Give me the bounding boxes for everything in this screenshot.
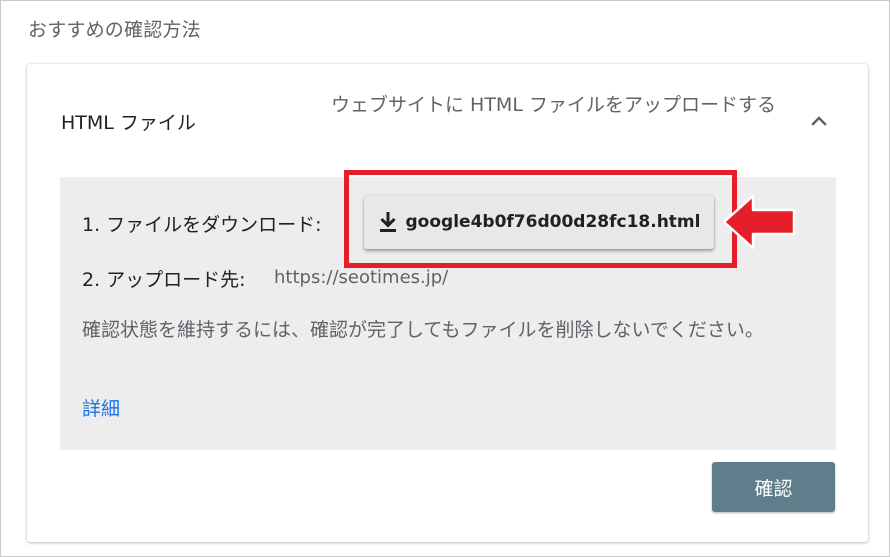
chevron-up-icon[interactable] <box>807 109 831 133</box>
method-description: ウェブサイトに HTML ファイルをアップロードする <box>331 94 776 116</box>
confirm-button[interactable]: 確認 <box>712 462 835 512</box>
method-name: HTML ファイル <box>61 112 196 134</box>
section-title: おすすめの確認方法 <box>28 19 201 41</box>
download-filename: google4b0f76d00d28fc18.html <box>405 212 701 232</box>
download-file-button[interactable]: google4b0f76d00d28fc18.html <box>364 195 714 249</box>
upload-url: https://seotimes.jp/ <box>274 267 449 288</box>
screenshot-frame: おすすめの確認方法 HTML ファイル ウェブサイトに HTML ファイルをアッ… <box>0 0 890 557</box>
keep-file-note: 確認状態を維持するには、確認が完了してもファイルを削除しないでください。 <box>82 319 764 341</box>
upload-step-label: 2. アップロード先: <box>82 269 246 291</box>
download-icon <box>378 211 398 233</box>
instructions-panel: 1. ファイルをダウンロード: google4b0f76d00d28fc18.h… <box>60 177 836 450</box>
download-step-label: 1. ファイルをダウンロード: <box>82 214 322 236</box>
details-link[interactable]: 詳細 <box>82 394 120 421</box>
verification-method-card: HTML ファイル ウェブサイトに HTML ファイルをアップロードする 1. … <box>27 64 868 542</box>
